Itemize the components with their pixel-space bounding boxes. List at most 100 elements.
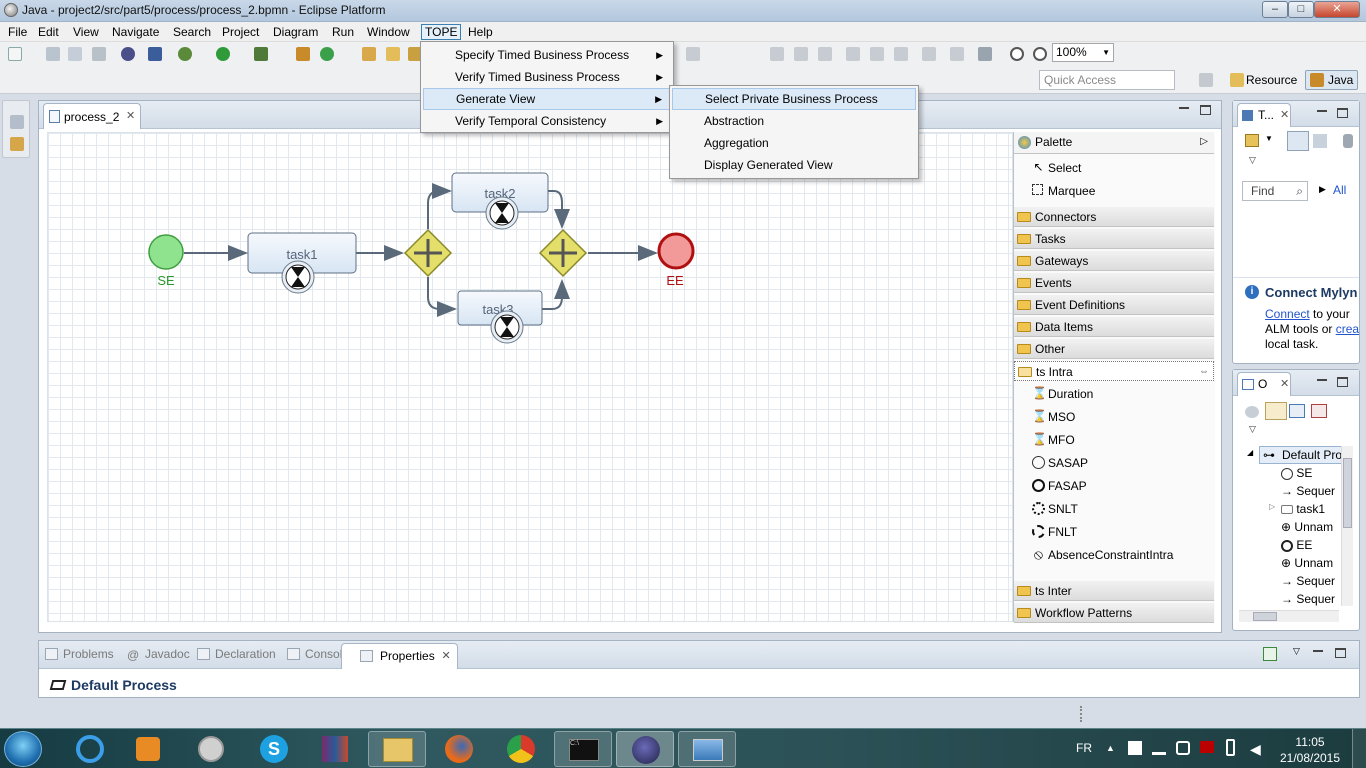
taskbar-cmd[interactable]: C:\ — [554, 731, 612, 767]
tab-declaration[interactable]: Declaration — [197, 647, 276, 661]
globe-icon[interactable] — [121, 47, 135, 61]
scrollbar-thumb[interactable] — [1343, 458, 1352, 528]
zoom-select[interactable]: 100% ▼ — [1052, 43, 1114, 62]
drawer-other[interactable]: Other — [1014, 339, 1214, 359]
taskbar-internet-explorer[interactable] — [62, 731, 120, 767]
menu-diagram[interactable]: Diagram — [270, 24, 321, 40]
chevron-down-icon[interactable]: ▽ — [1249, 155, 1256, 166]
new-icon[interactable] — [8, 47, 22, 61]
status-trim-handle[interactable] — [1080, 706, 1083, 722]
close-icon[interactable]: ✕ — [126, 109, 135, 122]
drawer-ts-inter[interactable]: ts Inter — [1014, 581, 1214, 601]
close-button[interactable]: ✕ — [1314, 1, 1360, 18]
flag-icon[interactable] — [1200, 741, 1214, 753]
menu-search[interactable]: Search — [170, 24, 214, 40]
new-task-icon[interactable] — [1245, 134, 1259, 147]
palette-tool-select[interactable]: ↖ Select — [1014, 157, 1214, 179]
palette-tool-mfo[interactable]: ⌛ MFO — [1014, 429, 1214, 451]
pin-icon[interactable]: ⇔ — [1199, 362, 1209, 382]
scheduled-icon[interactable] — [1313, 134, 1327, 148]
tree-view-icon[interactable] — [1265, 402, 1287, 420]
close-icon[interactable]: ✕ — [441, 644, 450, 668]
menu-item-generate-view[interactable]: Generate View ▶ — [423, 88, 671, 110]
close-icon[interactable]: ✕ — [1280, 373, 1289, 395]
external-tools-icon[interactable] — [254, 47, 268, 61]
taskbar-winrar[interactable] — [306, 731, 364, 767]
open-perspective-icon[interactable] — [1199, 73, 1213, 87]
minimize-view-icon[interactable] — [1317, 379, 1327, 381]
menu-item-abstraction[interactable]: Abstraction — [672, 110, 916, 132]
menu-item-verify-temporal-consistency[interactable]: Verify Temporal Consistency ▶ — [423, 110, 671, 132]
taskbar-skype[interactable]: S — [244, 731, 302, 767]
print-icon[interactable] — [92, 47, 106, 61]
palette-tool-marquee[interactable]: Marquee — [1014, 180, 1214, 202]
drawer-event-definitions[interactable]: Event Definitions — [1014, 295, 1214, 315]
clock-date[interactable]: 21/08/2015 — [1278, 751, 1342, 765]
drawer-events[interactable]: Events — [1014, 273, 1214, 293]
pin-view-icon[interactable] — [1263, 647, 1277, 661]
save-icon[interactable] — [46, 47, 60, 61]
taskbar-disc[interactable] — [182, 731, 240, 767]
maximize-view-icon[interactable] — [1200, 105, 1211, 115]
align-middle-icon[interactable] — [870, 47, 884, 61]
network-icon[interactable] — [1176, 741, 1190, 755]
maximize-view-icon[interactable] — [1337, 377, 1348, 387]
minimize-button[interactable]: – — [1262, 1, 1288, 18]
outline-item[interactable]: → Sequer — [1281, 484, 1335, 498]
outline-item[interactable]: task1 — [1281, 502, 1325, 516]
scrollbar-thumb[interactable] — [1253, 612, 1277, 621]
menu-navigate[interactable]: Navigate — [109, 24, 162, 40]
match-height-icon[interactable] — [950, 47, 964, 61]
signal-icon[interactable] — [1152, 741, 1166, 755]
chevron-down-icon[interactable]: ▽ — [1249, 424, 1256, 435]
collapse-arrow-icon[interactable]: ▷ — [1200, 132, 1208, 152]
expand-icon[interactable]: ◢ — [1247, 448, 1253, 457]
focus-icon[interactable] — [1343, 134, 1353, 148]
tab-javadoc[interactable]: @ Javadoc — [127, 647, 190, 662]
menu-file[interactable]: File — [5, 24, 30, 40]
palette-tool-fnlt[interactable]: FNLT — [1014, 521, 1214, 543]
volume-icon[interactable]: ◀ — [1250, 741, 1261, 758]
align-bottom-icon[interactable] — [894, 47, 908, 61]
layout-icon[interactable] — [978, 47, 992, 61]
start-event[interactable] — [148, 234, 184, 270]
menu-item-select-private-business-process[interactable]: Select Private Business Process — [672, 88, 916, 110]
maximize-button[interactable]: □ — [1288, 1, 1314, 18]
outline-item[interactable]: ⊕ Unnam — [1281, 520, 1333, 534]
palette-tool-mso[interactable]: ⌛ MSO — [1014, 406, 1214, 428]
horizontal-scrollbar[interactable] — [1239, 610, 1339, 622]
menu-view[interactable]: View — [70, 24, 102, 40]
taskbar-media-player[interactable] — [120, 731, 178, 767]
open-type-icon[interactable] — [362, 47, 376, 61]
outline-item[interactable]: SE — [1281, 466, 1312, 480]
create-link[interactable]: crea — [1336, 322, 1359, 336]
link-icon[interactable] — [1245, 406, 1259, 418]
language-indicator[interactable]: FR — [1076, 741, 1092, 755]
drawer-data-items[interactable]: Data Items — [1014, 317, 1214, 337]
run-icon[interactable] — [216, 47, 230, 61]
palette-tool-snlt[interactable]: SNLT — [1014, 498, 1214, 520]
minimize-view-icon[interactable] — [1179, 107, 1189, 109]
align-right-icon[interactable] — [818, 47, 832, 61]
outline-item[interactable]: → Sequer — [1281, 592, 1335, 606]
new-java-package-icon[interactable] — [296, 47, 310, 61]
tab-problems[interactable]: Problems — [45, 647, 114, 661]
categorized-icon[interactable] — [1287, 131, 1309, 151]
close-icon[interactable]: ✕ — [1280, 104, 1289, 126]
maximize-view-icon[interactable] — [1337, 108, 1348, 118]
match-width-icon[interactable] — [922, 47, 936, 61]
drawer-workflow-patterns[interactable]: Workflow Patterns — [1014, 603, 1214, 623]
tab-outline[interactable]: O ✕ — [1237, 372, 1291, 396]
taskbar-eclipse[interactable] — [616, 731, 674, 767]
zoom-in-icon[interactable] — [1033, 47, 1047, 61]
open-folder-icon[interactable] — [386, 47, 400, 61]
package-explorer-icon[interactable] — [10, 137, 24, 151]
taskbar-chrome[interactable] — [492, 731, 550, 767]
align-left-icon[interactable] — [770, 47, 784, 61]
parallel-gateway-join[interactable] — [538, 228, 588, 278]
menu-window[interactable]: Window — [364, 24, 413, 40]
save-all-icon[interactable] — [68, 47, 82, 61]
align-top-icon[interactable] — [846, 47, 860, 61]
vertical-scrollbar[interactable] — [1341, 446, 1353, 606]
start-button[interactable] — [4, 731, 42, 767]
